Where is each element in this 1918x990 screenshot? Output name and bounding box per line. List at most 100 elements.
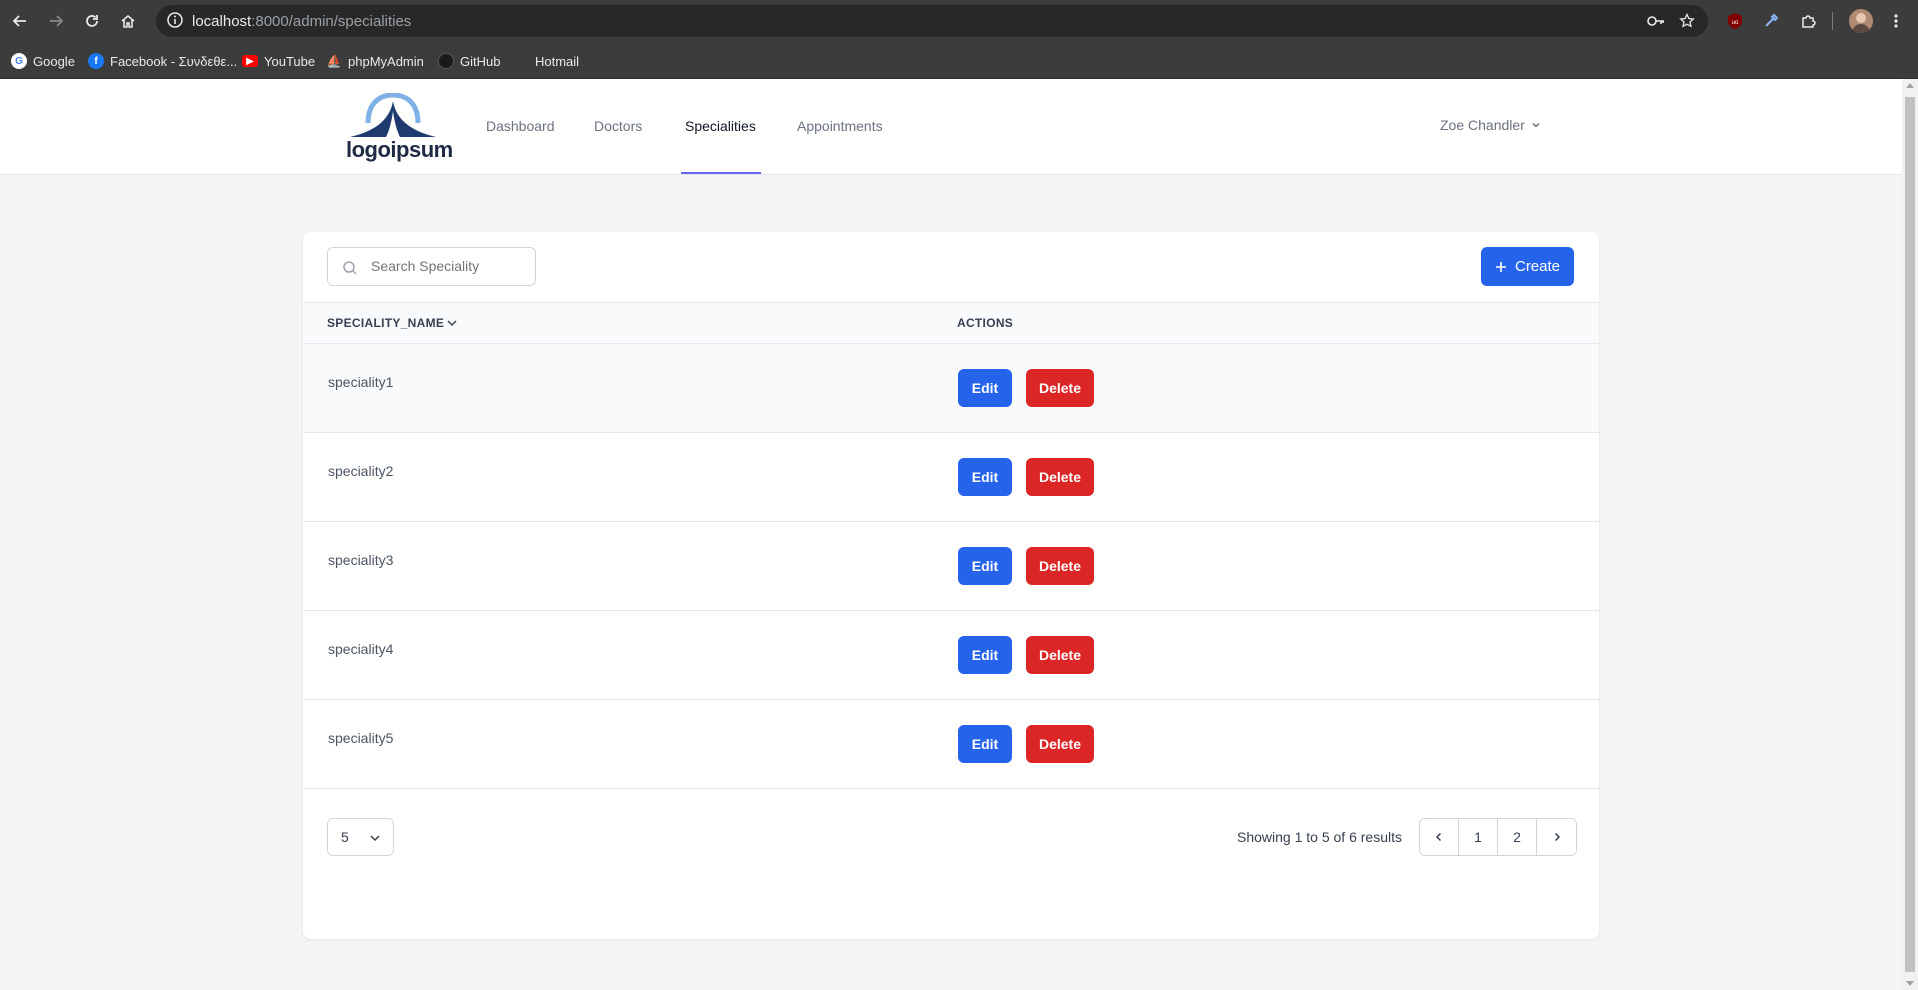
password-key-icon[interactable] — [1646, 13, 1666, 34]
delete-button[interactable]: Delete — [1026, 636, 1094, 674]
facebook-icon: f — [88, 53, 104, 69]
column-header-speciality-name[interactable]: SPECIALITY_NAME — [327, 316, 458, 330]
bookmark-label: phpMyAdmin — [348, 53, 424, 69]
chevron-left-icon — [1435, 832, 1442, 842]
bookmark-label: GitHub — [460, 53, 501, 69]
edit-button[interactable]: Edit — [958, 458, 1012, 496]
phpmyadmin-icon: ⛵ — [326, 54, 342, 68]
table-row: speciality2 Edit Delete — [303, 433, 1599, 522]
edit-button[interactable]: Edit — [958, 547, 1012, 585]
nav-doctors[interactable]: Doctors — [594, 118, 642, 134]
delete-button[interactable]: Delete — [1026, 725, 1094, 763]
edit-button[interactable]: Edit — [958, 369, 1012, 407]
page-button-2[interactable]: 2 — [1498, 819, 1537, 855]
bookmark-facebook[interactable]: f Facebook - Συνδεθε... — [88, 52, 237, 70]
kebab-menu-icon[interactable] — [1883, 8, 1909, 34]
browser-toolbar: localhost:8000/admin/specialities uo — [0, 0, 1918, 43]
extensions-puzzle-icon[interactable] — [1795, 8, 1821, 34]
scrollbar-thumb[interactable] — [1905, 97, 1915, 972]
edit-button[interactable]: Edit — [958, 725, 1012, 763]
url-host: localhost — [192, 13, 252, 30]
forward-icon[interactable] — [43, 8, 69, 34]
reload-icon[interactable] — [79, 8, 105, 34]
scroll-up-arrow-icon[interactable] — [1906, 83, 1914, 88]
delete-button[interactable]: Delete — [1026, 369, 1094, 407]
table-row: speciality5 Edit Delete — [303, 700, 1599, 789]
site-info-icon[interactable] — [166, 11, 184, 34]
active-nav-indicator — [681, 172, 761, 174]
bookmark-github[interactable]: GitHub — [438, 52, 500, 70]
url-text: localhost:8000/admin/specialities — [192, 13, 411, 30]
profile-avatar[interactable] — [1849, 9, 1873, 33]
search-icon — [343, 261, 357, 275]
delete-button[interactable]: Delete — [1026, 458, 1094, 496]
per-page-value: 5 — [341, 829, 349, 845]
bookmarks-bar: G Google f Facebook - Συνδεθε... ▶ YouTu… — [0, 43, 1918, 79]
speciality-name: speciality3 — [328, 552, 394, 568]
chevron-down-icon — [370, 835, 380, 842]
table-footer: 5 Showing 1 to 5 of 6 results 1 2 — [303, 802, 1599, 939]
toolbar-divider — [1832, 12, 1833, 30]
home-icon[interactable] — [115, 8, 141, 34]
chevron-down-icon — [1532, 122, 1540, 128]
nav-dashboard[interactable]: Dashboard — [486, 118, 555, 134]
search-input[interactable] — [371, 258, 521, 274]
table-row: speciality1 Edit Delete — [303, 344, 1599, 433]
pagination: 1 2 — [1419, 818, 1577, 856]
back-icon[interactable] — [7, 8, 33, 34]
page-button-1[interactable]: 1 — [1459, 819, 1498, 855]
bookmark-star-icon[interactable] — [1679, 12, 1695, 34]
user-menu[interactable]: Zoe Chandler — [1440, 117, 1541, 133]
chevron-right-icon — [1554, 832, 1560, 842]
table-row: speciality4 Edit Delete — [303, 611, 1599, 700]
speciality-name: speciality5 — [328, 730, 394, 746]
logo-text: logoipsum — [346, 137, 453, 162]
bookmark-label: Google — [33, 53, 75, 69]
speciality-name: speciality2 — [328, 463, 394, 479]
delete-button[interactable]: Delete — [1026, 547, 1094, 585]
url-path: :8000/admin/specialities — [251, 13, 412, 30]
nav-specialities[interactable]: Specialities — [685, 118, 756, 134]
search-box[interactable] — [327, 247, 536, 286]
logo[interactable]: logoipsum — [346, 92, 453, 163]
microsoft-icon — [513, 53, 529, 69]
edit-button[interactable]: Edit — [958, 636, 1012, 674]
create-button[interactable]: Create — [1481, 247, 1574, 286]
address-bar[interactable]: localhost:8000/admin/specialities — [156, 5, 1708, 37]
bookmark-google[interactable]: G Google — [11, 52, 75, 70]
table-header: SPECIALITY_NAME ACTIONS — [303, 302, 1599, 344]
eyedropper-extension-icon[interactable] — [1758, 8, 1784, 34]
bookmark-hotmail[interactable]: Hotmail — [513, 52, 579, 70]
scroll-down-arrow-icon[interactable] — [1906, 981, 1914, 986]
logo-mark-icon — [350, 92, 436, 137]
bookmark-label: Hotmail — [535, 53, 580, 69]
google-icon: G — [11, 53, 27, 69]
pagination-summary: Showing 1 to 5 of 6 results — [1237, 829, 1402, 845]
bookmark-phpmyadmin[interactable]: ⛵ phpMyAdmin — [326, 52, 424, 70]
page-viewport: logoipsum Dashboard Doctors Specialities… — [0, 79, 1902, 990]
nav-appointments[interactable]: Appointments — [797, 118, 883, 134]
bookmark-youtube[interactable]: ▶ YouTube — [242, 52, 315, 70]
create-label: Create — [1514, 258, 1561, 275]
bookmark-label: Facebook - Συνδεθε... — [110, 53, 238, 69]
speciality-name: speciality1 — [328, 374, 394, 390]
column-header-label: SPECIALITY_NAME — [327, 316, 445, 330]
column-header-actions: ACTIONS — [957, 316, 1013, 330]
prev-page-button[interactable] — [1420, 819, 1459, 855]
page-scrollbar[interactable] — [1902, 79, 1918, 990]
youtube-icon: ▶ — [242, 55, 258, 67]
app-header: logoipsum Dashboard Doctors Specialities… — [0, 79, 1902, 175]
user-name: Zoe Chandler — [1440, 117, 1525, 133]
speciality-name: speciality4 — [328, 641, 394, 657]
plus-icon — [1495, 261, 1506, 272]
ublock-extension-icon[interactable]: uo — [1722, 8, 1748, 34]
column-header-label: ACTIONS — [957, 316, 1014, 330]
bookmark-label: YouTube — [264, 53, 316, 69]
table-row: speciality3 Edit Delete — [303, 522, 1599, 611]
github-icon — [438, 53, 454, 69]
svg-text:uo: uo — [1732, 20, 1739, 26]
sort-chevron-down-icon — [447, 320, 457, 327]
next-page-button[interactable] — [1537, 819, 1576, 855]
per-page-select[interactable]: 5 — [327, 818, 394, 856]
specialities-card: Create SPECIALITY_NAME ACTIONS specialit… — [303, 232, 1599, 939]
